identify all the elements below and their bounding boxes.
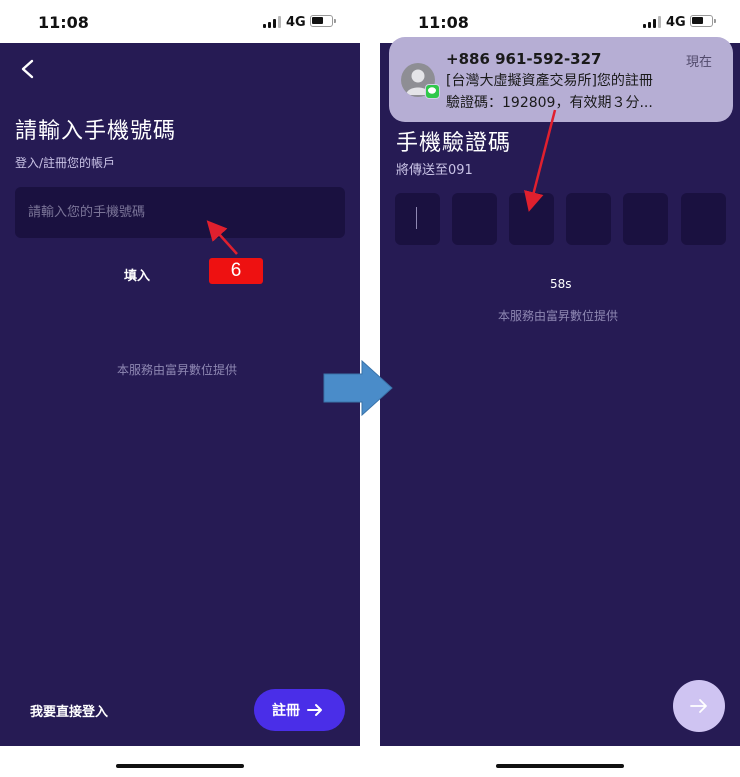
home-indicator [116,764,244,768]
code-digit-box-5[interactable] [623,193,668,245]
notification-time: 現在 [686,55,713,70]
page-title: 手機驗證碼 [396,131,512,156]
arrow-right-icon [307,704,322,716]
direct-login-link[interactable]: 我要直接登入 [30,701,108,720]
code-digit-box-6[interactable] [681,193,726,245]
notification-message-line-2: 驗證碼：192809，有效期３分... [446,95,653,111]
text-cursor [416,207,417,229]
app-content [0,43,360,746]
network-type: 4G [286,15,306,30]
arrow-right-icon [690,699,707,713]
step-number-badge: 6 [209,258,263,284]
messages-icon [425,84,440,99]
annotation-fill-label: 填入 [124,269,151,284]
status-bar: 11:08 4G [0,0,360,43]
notification-sender: +886 961-592-327 [446,50,602,68]
phone-number-input[interactable] [15,187,345,238]
notification-message-line-1: [台灣大虛擬資產交易所]您的註冊 [446,73,653,89]
signal-icon [643,16,663,28]
page-subtitle: 登入/註冊您的帳戶 [15,156,116,170]
register-button[interactable]: 註冊 [254,689,345,731]
service-provider-text: 本服務由富昇數位提供 [498,309,619,323]
back-chevron-icon[interactable] [18,58,38,80]
battery-icon [310,15,336,27]
next-button[interactable] [673,680,725,732]
resend-countdown: 58s [550,277,572,291]
home-indicator [496,764,624,768]
signal-icon [263,16,283,28]
sms-notification-banner[interactable]: +886 961-592-327 現在 [台灣大虛擬資產交易所]您的註冊 驗證碼… [389,37,733,122]
code-digit-box-2[interactable] [452,193,497,245]
register-button-label: 註冊 [272,703,300,719]
page-title: 請輸入手機號碼 [15,119,177,144]
phone-screen-left: 11:08 4G 請輸入手機號碼 登入/註冊您的帳戶 填入 6 本服務由富昇數位… [0,0,360,777]
code-digit-box-1[interactable] [395,193,440,245]
status-time: 11:08 [418,13,469,32]
status-time: 11:08 [38,13,89,32]
code-digit-box-3[interactable] [509,193,554,245]
battery-icon [690,15,716,27]
service-provider-text: 本服務由富昇數位提供 [117,363,238,377]
network-type: 4G [666,15,686,30]
code-digit-box-4[interactable] [566,193,611,245]
page-subtitle: 將傳送至091 [396,163,473,178]
